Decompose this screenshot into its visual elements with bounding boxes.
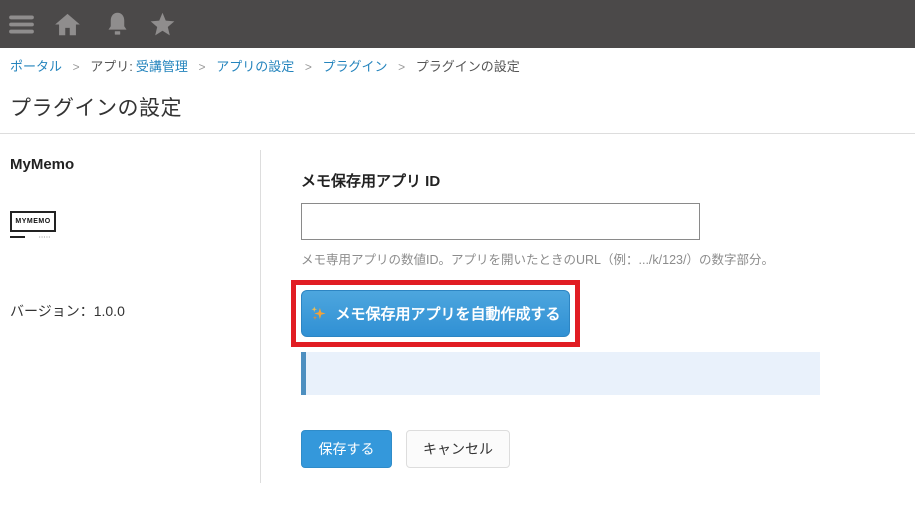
top-navigation-bar: [0, 0, 915, 48]
info-message-box: [301, 352, 820, 395]
breadcrumb-app-prefix: アプリ:: [90, 59, 133, 74]
auto-create-app-label: メモ保存用アプリを自動作成する: [335, 306, 561, 323]
page-title: プラグインの設定: [10, 97, 182, 120]
content-divider: [260, 150, 261, 483]
breadcrumb-separator: >: [398, 60, 406, 74]
breadcrumb-separator: >: [72, 60, 80, 74]
breadcrumb-separator: >: [198, 60, 206, 74]
bell-icon[interactable]: [104, 11, 131, 38]
mymemo-logo: MYMEMO •••••: [10, 211, 58, 239]
breadcrumb-link-app[interactable]: 受講管理: [136, 59, 188, 74]
breadcrumb-link-plugins[interactable]: プラグイン: [322, 59, 387, 74]
auto-create-app-button[interactable]: メモ保存用アプリを自動作成する: [301, 290, 570, 337]
breadcrumb-current: プラグインの設定: [415, 59, 520, 74]
sparkles-icon: [311, 306, 327, 320]
title-divider: [0, 133, 915, 134]
home-icon[interactable]: [54, 11, 81, 38]
breadcrumb: ポータル > アプリ: 受講管理 > アプリの設定 > プラグイン > プラグイン…: [10, 56, 520, 75]
save-button[interactable]: 保存する: [301, 430, 392, 468]
app-id-input[interactable]: [301, 203, 700, 240]
app-id-helper-text: メモ専用アプリの数値ID。アプリを開いたときのURL（例：.../k/123/）…: [301, 253, 774, 267]
plugin-info-sidebar: MyMemo MYMEMO ••••• バージョン：1.0.0: [10, 150, 258, 321]
breadcrumb-link-app-settings[interactable]: アプリの設定: [216, 59, 294, 74]
plugin-version: バージョン：1.0.0: [10, 303, 125, 319]
star-icon[interactable]: [149, 11, 176, 38]
plugin-settings-page: ポータル > アプリ: 受講管理 > アプリの設定 > プラグイン > プラグイン…: [0, 0, 915, 530]
mymemo-logo-text: MYMEMO: [15, 218, 51, 225]
hamburger-menu-icon[interactable]: [8, 11, 35, 38]
app-id-field-label: メモ保存用アプリ ID: [301, 173, 441, 190]
breadcrumb-link-portal[interactable]: ポータル: [10, 59, 62, 74]
cancel-button[interactable]: キャンセル: [406, 430, 510, 468]
plugin-name: MyMemo: [10, 156, 75, 173]
breadcrumb-separator: >: [304, 60, 312, 74]
